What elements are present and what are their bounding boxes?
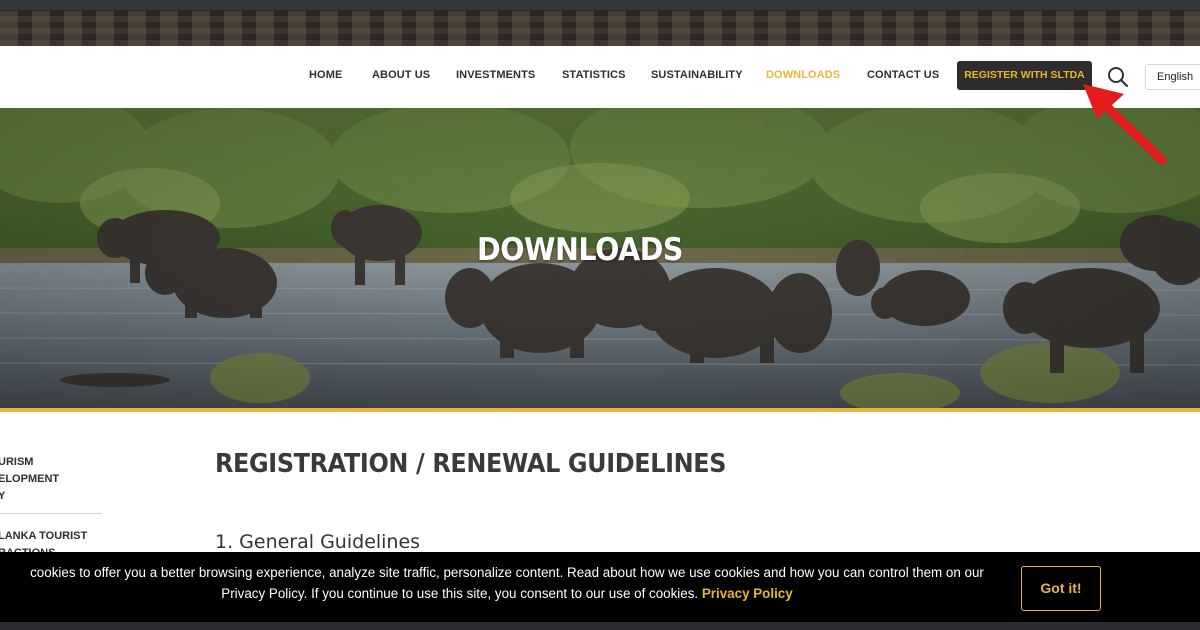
nav-statistics[interactable]: STATISTICS	[562, 69, 626, 81]
hero-banner: DOWNLOADS	[0, 108, 1200, 408]
sidebar-link-sri-lanka-tourist-attractions[interactable]: LANKA TOURIST RACTIONS	[0, 528, 98, 552]
nav-investments[interactable]: INVESTMENTS	[456, 69, 535, 81]
cookie-message-line-1: cookies to offer you a better browsing e…	[30, 565, 984, 580]
nav-about-us[interactable]: ABOUT US	[372, 69, 430, 81]
got-it-button[interactable]: Got it!	[1021, 566, 1101, 611]
nav-home[interactable]: HOME	[309, 69, 342, 81]
cookie-message-line-2-text: Privacy Policy. If you continue to use t…	[221, 586, 699, 601]
page-heading: REGISTRATION / RENEWAL GUIDELINES	[215, 449, 727, 479]
cookie-message-line-2: Privacy Policy. If you continue to use t…	[0, 583, 1022, 604]
privacy-policy-link[interactable]: Privacy Policy	[702, 586, 793, 601]
decorative-pattern-band	[0, 11, 1200, 46]
hero-title: DOWNLOADS	[476, 232, 684, 268]
browser-top-bar	[0, 0, 1200, 11]
main-navigation: HOME ABOUT US INVESTMENTS STATISTICS SUS…	[0, 46, 1200, 108]
nav-downloads[interactable]: DOWNLOADS	[766, 69, 840, 81]
section-heading: 1. General Guidelines	[215, 531, 421, 553]
language-select[interactable]: English	[1145, 64, 1200, 90]
cookie-message: cookies to offer you a better browsing e…	[0, 562, 1022, 604]
nav-sustainability[interactable]: SUSTAINABILITY	[651, 69, 743, 81]
sidebar: URISM ELOPMENT Y LANKA TOURIST RACTIONS	[0, 412, 110, 552]
nav-contact-us[interactable]: CONTACT US	[867, 69, 939, 81]
hero-accent-border	[0, 408, 1200, 412]
register-with-sltda-button[interactable]: REGISTER WITH SLTDA	[957, 61, 1092, 90]
sidebar-divider	[0, 513, 102, 514]
cookie-banner: cookies to offer you a better browsing e…	[0, 552, 1200, 622]
sidebar-link-tourism-development[interactable]: URISM ELOPMENT Y	[0, 454, 98, 505]
search-icon[interactable]	[1107, 66, 1129, 88]
bottom-taskbar	[0, 622, 1200, 630]
